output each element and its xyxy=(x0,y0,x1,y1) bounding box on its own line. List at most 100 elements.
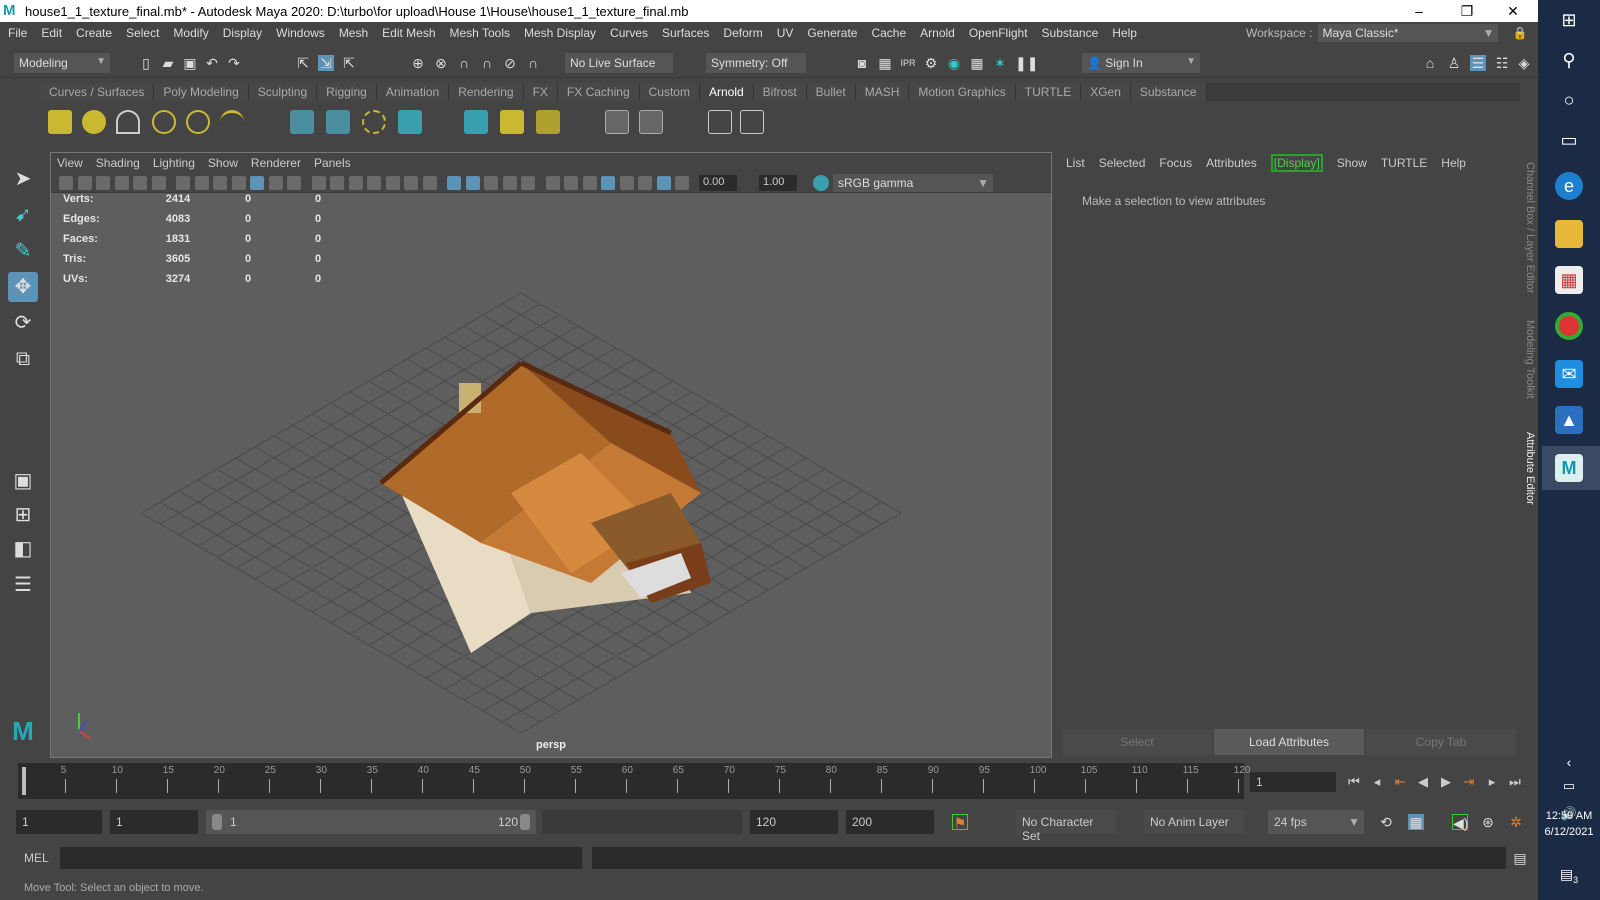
export-standin-icon[interactable] xyxy=(326,110,350,134)
cache-playback-icon[interactable]: ▦ xyxy=(1408,814,1424,830)
arnold-render-icon[interactable]: ✶ xyxy=(992,55,1008,71)
skydome-light-icon[interactable] xyxy=(152,110,176,134)
shelf-tab-substance[interactable]: Substance xyxy=(1130,83,1207,101)
auto-key-icon[interactable]: ⚑ xyxy=(952,814,968,831)
sound-icon[interactable]: ◀) xyxy=(1452,814,1468,831)
menu-uv[interactable]: UV xyxy=(777,26,794,40)
viewport-tool-icon[interactable] xyxy=(231,176,246,190)
playback-end-field[interactable]: 120 xyxy=(750,810,838,834)
photos-icon[interactable]: ▲ xyxy=(1555,406,1583,434)
windows-start-icon[interactable]: ⊞ xyxy=(1555,6,1583,34)
mail-icon[interactable]: ✉ xyxy=(1555,360,1583,388)
tool-settings-icon[interactable]: ☷ xyxy=(1494,55,1510,71)
shelf-tab-rigging[interactable]: Rigging xyxy=(317,83,377,101)
render-settings-icon[interactable]: ⚙ xyxy=(923,55,939,71)
pause-icon[interactable]: ❚❚ xyxy=(1015,55,1038,71)
play-forward-icon[interactable]: ▶ xyxy=(1436,772,1456,792)
texture-icon[interactable] xyxy=(639,110,663,134)
shelf-tab-xgen[interactable]: XGen xyxy=(1081,83,1131,101)
move-tool-icon[interactable]: ✥ xyxy=(8,272,38,302)
menu-windows[interactable]: Windows xyxy=(276,26,325,40)
render-view-icon[interactable]: ◙ xyxy=(854,55,870,71)
menu-create[interactable]: Create xyxy=(76,26,112,40)
viewport-tool-icon[interactable] xyxy=(213,176,227,190)
snap-curve-icon[interactable]: ⊗ xyxy=(433,55,449,71)
menu-arnold[interactable]: Arnold xyxy=(920,26,955,40)
viewport-tool-icon[interactable] xyxy=(675,176,689,190)
task-view-icon[interactable]: ▭ xyxy=(1555,126,1583,154)
viewport-tool-icon[interactable] xyxy=(656,176,671,190)
shader-icon[interactable] xyxy=(605,110,629,134)
lasso-tool-icon[interactable]: ➹ xyxy=(8,200,38,230)
viewport-tool-icon[interactable] xyxy=(176,176,190,190)
tx-manager-icon[interactable] xyxy=(500,110,524,134)
shelf-tab-fx[interactable]: FX xyxy=(523,83,558,101)
viewport-menu-show[interactable]: Show xyxy=(208,156,238,170)
maximize-button[interactable]: ❐ xyxy=(1444,0,1490,22)
menu-deform[interactable]: Deform xyxy=(723,26,762,40)
hypershade-icon[interactable]: ◉ xyxy=(946,55,962,71)
viewport-tool-icon[interactable] xyxy=(348,176,363,190)
viewport-tool-icon[interactable] xyxy=(77,176,92,190)
viewport-tool-icon[interactable] xyxy=(404,176,418,190)
close-button[interactable]: ✕ xyxy=(1490,0,1536,22)
viewport-tool-icon[interactable] xyxy=(268,176,283,190)
maya-taskbar-item[interactable]: M xyxy=(1542,446,1600,490)
sign-in-dropdown[interactable]: 👤 Sign In ▼ xyxy=(1082,53,1200,73)
attr-menu-list[interactable]: List xyxy=(1066,156,1085,172)
command-input[interactable] xyxy=(60,847,582,869)
symmetry-dropdown[interactable]: Symmetry: Off xyxy=(706,53,806,73)
exposure-field[interactable]: 0.00 xyxy=(699,175,737,191)
physical-sky-icon[interactable] xyxy=(220,110,244,134)
viewport-tool-icon[interactable] xyxy=(287,176,301,190)
gamma-field[interactable]: 1.00 xyxy=(759,175,797,191)
select-tool-icon[interactable]: ➤ xyxy=(8,164,38,194)
shelf-tab-rendering[interactable]: Rendering xyxy=(449,83,524,101)
file-explorer-icon[interactable] xyxy=(1555,220,1583,248)
viewport-tool-icon[interactable] xyxy=(521,176,535,190)
ipr-render-icon[interactable]: IPR xyxy=(900,55,916,71)
outliner-icon[interactable]: ☰ xyxy=(8,570,38,600)
select-component-icon[interactable]: ⇱ xyxy=(341,55,357,71)
anim-prefs-icon[interactable]: ⊛ xyxy=(1480,814,1496,830)
viewport-tool-icon[interactable] xyxy=(59,176,73,190)
menu-openflight[interactable]: OpenFlight xyxy=(969,26,1028,40)
chrome-icon[interactable] xyxy=(1555,312,1583,340)
shelf-tab-animation[interactable]: Animation xyxy=(376,83,450,101)
live-surface-field[interactable]: No Live Surface xyxy=(565,53,673,73)
viewport-tool-icon[interactable] xyxy=(564,176,578,190)
new-scene-icon[interactable]: ▯ xyxy=(138,55,154,71)
single-perspective-layout-icon[interactable]: ▣ xyxy=(8,466,38,496)
go-to-end-icon[interactable]: ⏭ xyxy=(1505,772,1525,792)
attr-menu-display[interactable]: [Display] xyxy=(1270,154,1323,172)
current-frame-field[interactable]: 1 xyxy=(1250,772,1336,792)
mesh-light-icon[interactable] xyxy=(82,110,106,134)
menu-edit-mesh[interactable]: Edit Mesh xyxy=(382,26,435,40)
attr-menu-help[interactable]: Help xyxy=(1441,156,1466,172)
viewport-panel[interactable]: View Shading Lighting Show Renderer Panels 0.… xyxy=(50,152,1052,758)
save-scene-icon[interactable]: ▣ xyxy=(182,55,198,71)
notifications-icon[interactable]: ▤3 xyxy=(1555,860,1583,888)
attr-menu-selected[interactable]: Selected xyxy=(1099,156,1146,172)
workspace-dropdown[interactable]: Maya Classic* ▼ xyxy=(1318,24,1499,42)
attribute-editor-icon[interactable]: ☰ xyxy=(1470,55,1486,71)
step-back-frame-icon[interactable]: ⇤ xyxy=(1390,772,1410,792)
undo-icon[interactable]: ↶ xyxy=(204,55,220,71)
play-backward-icon[interactable]: ◀ xyxy=(1413,772,1433,792)
minimize-button[interactable]: – xyxy=(1396,0,1442,22)
shelf-tab-fx-caching[interactable]: FX Caching xyxy=(557,83,640,101)
menu-help[interactable]: Help xyxy=(1112,26,1137,40)
viewport-tool-icon[interactable] xyxy=(194,176,209,190)
view-icon[interactable] xyxy=(708,110,732,134)
rotate-tool-icon[interactable]: ⟳ xyxy=(8,308,38,338)
select-button[interactable]: Select xyxy=(1062,729,1212,755)
viewport-menu-renderer[interactable]: Renderer xyxy=(251,156,301,170)
menu-mesh[interactable]: Mesh xyxy=(339,26,368,40)
snap-surface-icon[interactable]: ⊘ xyxy=(502,55,518,71)
shelf-tab-turtle[interactable]: TURTLE xyxy=(1015,83,1082,101)
paint-select-tool-icon[interactable]: ✎ xyxy=(8,236,38,266)
photometric-light-icon[interactable] xyxy=(116,110,140,134)
shelf-tab-poly-modeling[interactable]: Poly Modeling xyxy=(154,83,249,101)
viewport-tool-icon[interactable] xyxy=(601,176,615,190)
render-setup-icon[interactable]: ▦ xyxy=(969,55,985,71)
